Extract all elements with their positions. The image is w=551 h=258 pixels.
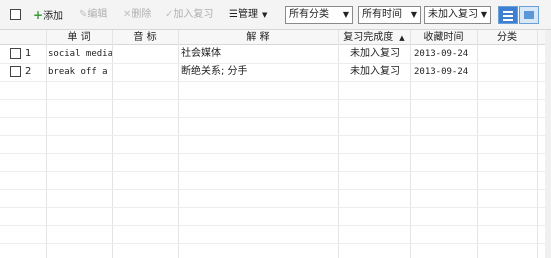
- chevron-down-icon: ▼: [342, 10, 349, 19]
- plus-icon: +: [33, 8, 44, 22]
- word-cell: social media: [48, 49, 112, 59]
- column-header-word[interactable]: 单 词: [46, 30, 112, 45]
- manage-label: 管理: [237, 9, 258, 20]
- row-index: 1: [25, 48, 32, 59]
- add-label: 添加: [43, 11, 64, 22]
- review-progress-label: 复习完成度: [343, 32, 394, 43]
- column-header-phonetic[interactable]: 音 标: [112, 30, 178, 45]
- row-index: 2: [25, 66, 32, 77]
- meaning-cell: 断绝关系; 分手: [181, 66, 248, 77]
- row-checkbox[interactable]: [10, 48, 21, 59]
- category-cell: [480, 65, 535, 79]
- manage-button[interactable]: ☰管理 ▼: [229, 8, 267, 22]
- vertical-scrollbar[interactable]: [545, 30, 551, 258]
- delete-label: 删除: [131, 9, 152, 20]
- delete-button[interactable]: ✕删除: [123, 8, 151, 22]
- select-all-checkbox[interactable]: [10, 9, 21, 20]
- list-view-button[interactable]: [498, 6, 518, 24]
- edit-label: 编辑: [87, 9, 108, 20]
- phonetic-cell: [114, 65, 176, 79]
- add-review-label: 加入复习: [173, 9, 214, 20]
- row-checkbox[interactable]: [10, 66, 21, 77]
- add-review-button[interactable]: ✓加入复习: [165, 8, 213, 22]
- category-cell: [480, 47, 535, 61]
- card-view-button[interactable]: [519, 6, 539, 24]
- phonetic-cell: [114, 47, 176, 61]
- category-filter-value: 所有分类: [289, 9, 329, 20]
- review-status-cell: 未加入复习: [350, 48, 400, 59]
- time-filter-value: 所有时间: [362, 9, 402, 20]
- review-filter-select[interactable]: 未加入复习 ▼: [424, 6, 491, 24]
- chevron-down-icon: ▼: [480, 10, 487, 19]
- sort-ascending-icon: ▲: [399, 34, 405, 42]
- add-button[interactable]: +添加: [33, 8, 63, 22]
- saved-date-cell: 2013-09-24: [414, 49, 469, 59]
- chevron-down-icon: ▼: [261, 11, 268, 19]
- meaning-cell: 社会媒体: [181, 48, 221, 59]
- edit-button[interactable]: ✎编辑: [79, 8, 107, 22]
- table-header: 单 词 音 标 解 释 复习完成度 ▲ 收藏时间 分类: [0, 30, 551, 45]
- table-row[interactable]: 1 social media 社会媒体 未加入复习 2013-09-24: [0, 45, 545, 63]
- table-row[interactable]: 2 break off a 断绝关系; 分手 未加入复习 2013-09-24: [0, 63, 545, 81]
- word-cell: break off a: [48, 67, 108, 77]
- card-icon: [524, 11, 534, 19]
- column-header-saved-time[interactable]: 收藏时间: [410, 30, 477, 45]
- chevron-down-icon: ▼: [410, 10, 417, 19]
- toolbar: +添加 ✎编辑 ✕删除 ✓加入复习 ☰管理 ▼ 所有分类 ▼ 所有时间 ▼ 未加入…: [0, 0, 551, 30]
- menu-icon: ☰: [229, 9, 238, 20]
- column-header-review-progress[interactable]: 复习完成度 ▲: [338, 30, 410, 45]
- column-header-category[interactable]: 分类: [477, 30, 537, 45]
- review-status-cell: 未加入复习: [350, 66, 400, 77]
- category-filter-select[interactable]: 所有分类 ▼: [285, 6, 353, 24]
- review-filter-value: 未加入复习: [428, 9, 478, 20]
- saved-date-cell: 2013-09-24: [414, 67, 469, 77]
- column-header-meaning[interactable]: 解 释: [178, 30, 338, 45]
- time-filter-select[interactable]: 所有时间 ▼: [358, 6, 421, 24]
